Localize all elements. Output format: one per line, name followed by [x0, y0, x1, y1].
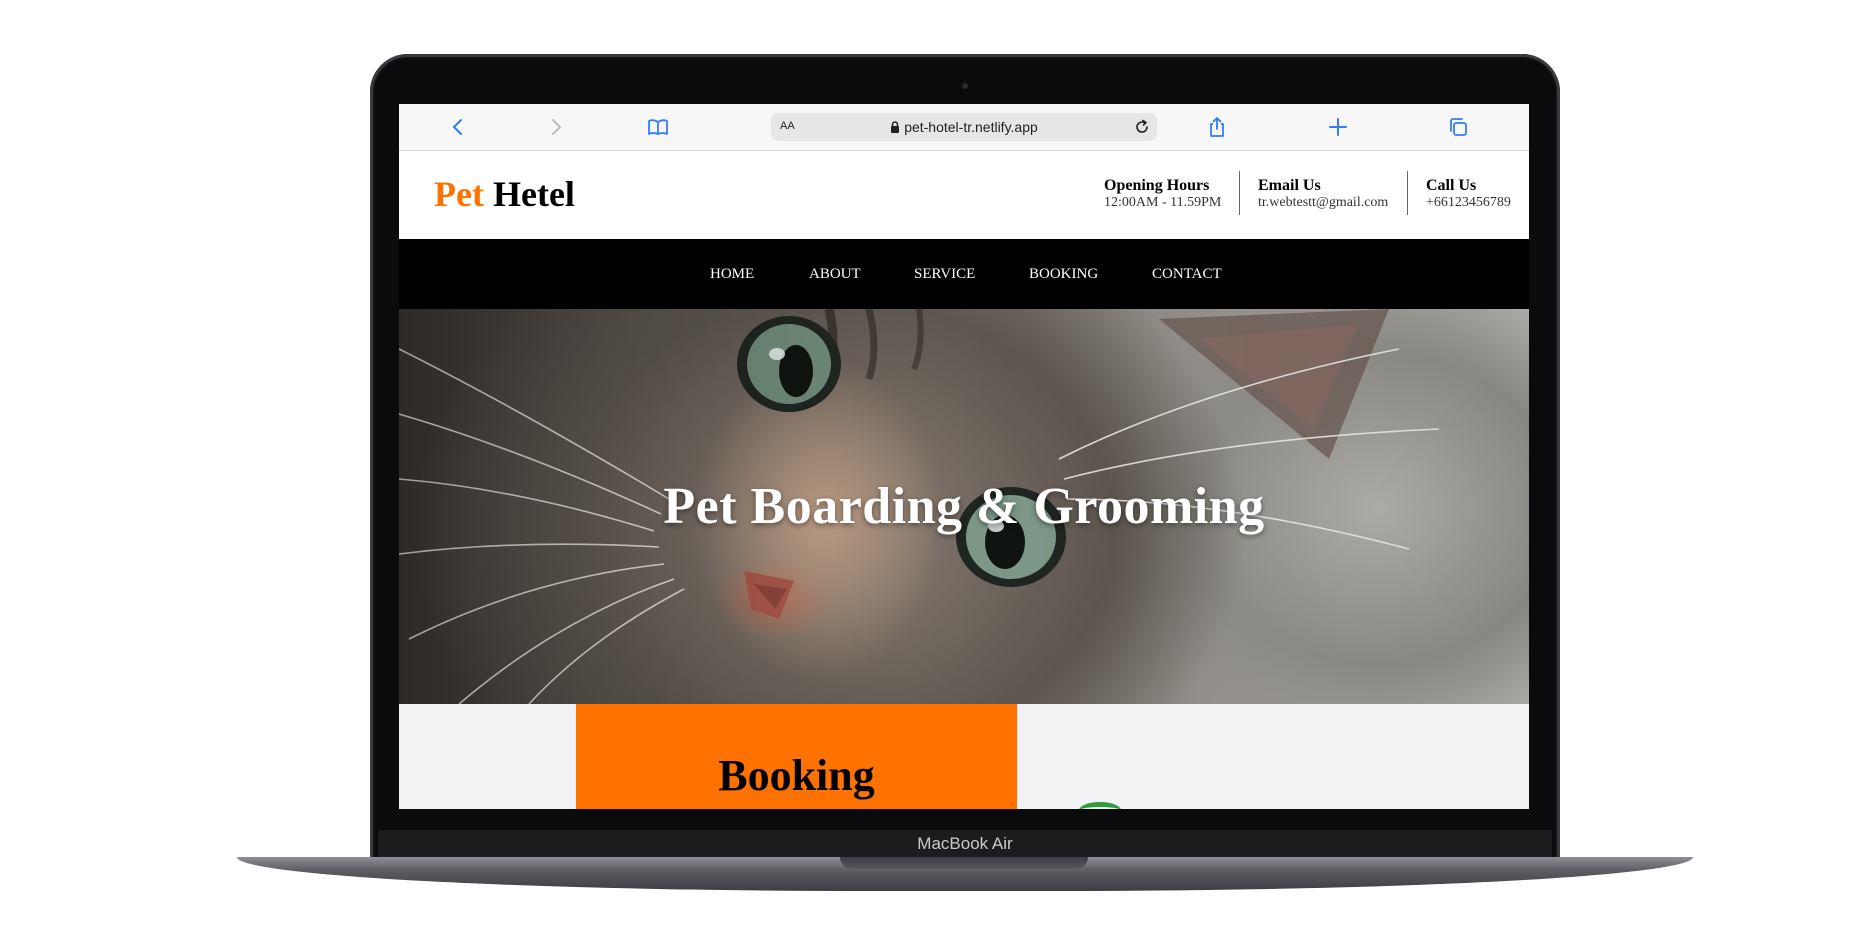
booking-title: Booking: [718, 751, 875, 800]
partial-icon: [1079, 802, 1121, 809]
booking-section: Booking: [399, 704, 1529, 809]
screen: AA pet-hotel-tr.netlify.app Pet Hetel Op…: [399, 104, 1529, 809]
tabs-icon[interactable]: [1447, 116, 1469, 138]
divider: [1407, 171, 1408, 215]
opening-hours-info: Opening Hours 12:00AM - 11.59PM: [1104, 177, 1221, 211]
lock-icon: [890, 114, 900, 142]
model-label: MacBook Air: [917, 834, 1013, 853]
nav-about[interactable]: ABOUT: [809, 239, 861, 309]
booking-card: Booking: [576, 704, 1017, 809]
share-icon[interactable]: [1206, 116, 1228, 138]
info-value: 12:00AM - 11.59PM: [1104, 195, 1222, 210]
phone-info: Call Us +66123456789: [1426, 177, 1511, 211]
back-icon[interactable]: [447, 116, 469, 138]
nav-service[interactable]: SERVICE: [914, 239, 975, 309]
url-text: pet-hotel-tr.netlify.app: [904, 119, 1038, 135]
site-header: Pet Hetel Opening Hours 12:00AM - 11.59P…: [399, 151, 1529, 239]
camera-dot: [962, 83, 968, 89]
info-title: Email Us: [1258, 177, 1321, 194]
main-nav: HOME ABOUT SERVICE BOOKING CONTACT: [399, 239, 1529, 309]
info-value[interactable]: tr.webtestt@gmail.com: [1258, 194, 1388, 211]
laptop-hinge-notch: [840, 857, 1088, 869]
site-logo[interactable]: Pet Hetel: [434, 173, 575, 215]
nav-contact[interactable]: CONTACT: [1152, 239, 1222, 309]
email-info: Email Us tr.webtestt@gmail.com: [1258, 177, 1388, 211]
nav-booking[interactable]: BOOKING: [1029, 239, 1098, 309]
hero-title: Pet Boarding & Grooming: [663, 478, 1265, 535]
forward-icon[interactable]: [545, 116, 567, 138]
logo-part-2: Hetel: [492, 174, 575, 214]
new-tab-icon[interactable]: [1327, 116, 1349, 138]
info-title: Opening Hours: [1104, 177, 1210, 194]
divider: [1239, 171, 1240, 215]
info-title: Call Us: [1426, 177, 1477, 194]
bookmarks-icon[interactable]: [647, 116, 669, 138]
address-bar[interactable]: AA pet-hotel-tr.netlify.app: [771, 113, 1157, 141]
browser-toolbar: AA pet-hotel-tr.netlify.app: [399, 104, 1529, 151]
logo-part-1: Pet: [434, 174, 484, 214]
reload-icon[interactable]: [1133, 118, 1151, 136]
nav-home[interactable]: HOME: [710, 239, 754, 309]
hero-banner: Pet Boarding & Grooming: [399, 309, 1529, 704]
info-value[interactable]: +66123456789: [1426, 194, 1511, 211]
